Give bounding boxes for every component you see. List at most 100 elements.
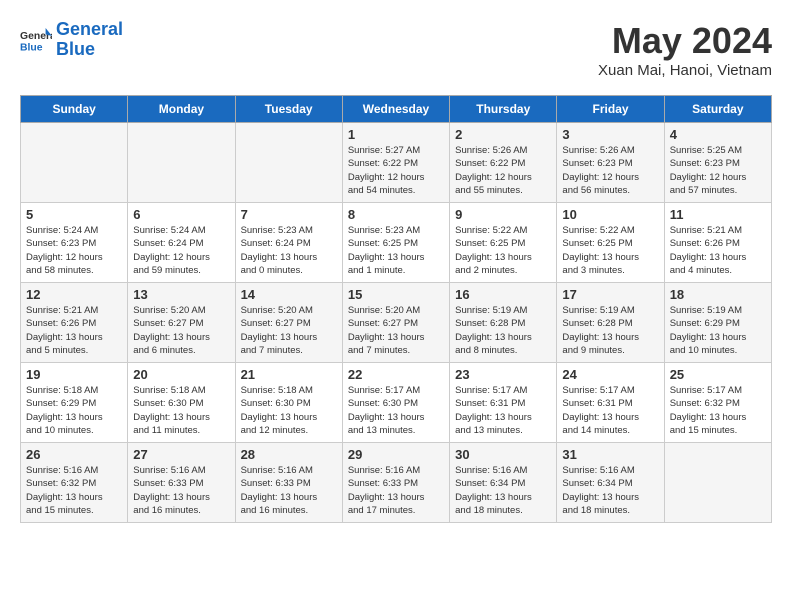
calendar-cell: 16 Sunrise: 5:19 AM Sunset: 6:28 PM Dayli… bbox=[450, 283, 557, 363]
day-info: Sunrise: 5:21 AM Sunset: 6:26 PM Dayligh… bbox=[26, 304, 122, 357]
day-number: 20 bbox=[133, 367, 229, 382]
logo-icon: General Blue bbox=[20, 26, 52, 54]
logo-text: GeneralBlue bbox=[56, 20, 123, 60]
day-number: 26 bbox=[26, 447, 122, 462]
day-number: 25 bbox=[670, 367, 766, 382]
day-header-friday: Friday bbox=[557, 96, 664, 123]
calendar-cell: 31 Sunrise: 5:16 AM Sunset: 6:34 PM Dayli… bbox=[557, 443, 664, 523]
day-header-thursday: Thursday bbox=[450, 96, 557, 123]
calendar-cell: 9 Sunrise: 5:22 AM Sunset: 6:25 PM Daylig… bbox=[450, 203, 557, 283]
day-number: 16 bbox=[455, 287, 551, 302]
day-info: Sunrise: 5:20 AM Sunset: 6:27 PM Dayligh… bbox=[133, 304, 229, 357]
day-info: Sunrise: 5:25 AM Sunset: 6:23 PM Dayligh… bbox=[670, 144, 766, 197]
location: Xuan Mai, Hanoi, Vietnam bbox=[598, 62, 772, 79]
day-info: Sunrise: 5:19 AM Sunset: 6:28 PM Dayligh… bbox=[455, 304, 551, 357]
calendar-cell bbox=[235, 123, 342, 203]
day-info: Sunrise: 5:16 AM Sunset: 6:34 PM Dayligh… bbox=[455, 464, 551, 517]
calendar-cell: 11 Sunrise: 5:21 AM Sunset: 6:26 PM Dayli… bbox=[664, 203, 771, 283]
day-header-saturday: Saturday bbox=[664, 96, 771, 123]
calendar-cell: 5 Sunrise: 5:24 AM Sunset: 6:23 PM Daylig… bbox=[21, 203, 128, 283]
day-number: 23 bbox=[455, 367, 551, 382]
day-info: Sunrise: 5:27 AM Sunset: 6:22 PM Dayligh… bbox=[348, 144, 444, 197]
calendar-cell: 25 Sunrise: 5:17 AM Sunset: 6:32 PM Dayli… bbox=[664, 363, 771, 443]
day-info: Sunrise: 5:23 AM Sunset: 6:24 PM Dayligh… bbox=[241, 224, 337, 277]
day-number: 7 bbox=[241, 207, 337, 222]
day-info: Sunrise: 5:17 AM Sunset: 6:31 PM Dayligh… bbox=[562, 384, 658, 437]
calendar-cell: 4 Sunrise: 5:25 AM Sunset: 6:23 PM Daylig… bbox=[664, 123, 771, 203]
day-number: 22 bbox=[348, 367, 444, 382]
calendar-cell: 22 Sunrise: 5:17 AM Sunset: 6:30 PM Dayli… bbox=[342, 363, 449, 443]
day-number: 19 bbox=[26, 367, 122, 382]
calendar-cell: 12 Sunrise: 5:21 AM Sunset: 6:26 PM Dayli… bbox=[21, 283, 128, 363]
calendar-cell: 6 Sunrise: 5:24 AM Sunset: 6:24 PM Daylig… bbox=[128, 203, 235, 283]
day-number: 31 bbox=[562, 447, 658, 462]
day-info: Sunrise: 5:16 AM Sunset: 6:33 PM Dayligh… bbox=[241, 464, 337, 517]
day-number: 30 bbox=[455, 447, 551, 462]
day-info: Sunrise: 5:16 AM Sunset: 6:32 PM Dayligh… bbox=[26, 464, 122, 517]
calendar-cell: 13 Sunrise: 5:20 AM Sunset: 6:27 PM Dayli… bbox=[128, 283, 235, 363]
day-number: 9 bbox=[455, 207, 551, 222]
day-number: 17 bbox=[562, 287, 658, 302]
calendar-cell: 1 Sunrise: 5:27 AM Sunset: 6:22 PM Daylig… bbox=[342, 123, 449, 203]
day-number: 12 bbox=[26, 287, 122, 302]
day-header-wednesday: Wednesday bbox=[342, 96, 449, 123]
calendar-cell: 19Sunrise: 5:18 AM Sunset: 6:29 PM Dayli… bbox=[21, 363, 128, 443]
day-info: Sunrise: 5:17 AM Sunset: 6:32 PM Dayligh… bbox=[670, 384, 766, 437]
day-info: Sunrise: 5:23 AM Sunset: 6:25 PM Dayligh… bbox=[348, 224, 444, 277]
day-info: Sunrise: 5:19 AM Sunset: 6:29 PM Dayligh… bbox=[670, 304, 766, 357]
day-number: 10 bbox=[562, 207, 658, 222]
day-info: Sunrise: 5:21 AM Sunset: 6:26 PM Dayligh… bbox=[670, 224, 766, 277]
day-number: 13 bbox=[133, 287, 229, 302]
calendar-table: SundayMondayTuesdayWednesdayThursdayFrid… bbox=[20, 95, 772, 523]
day-info: Sunrise: 5:26 AM Sunset: 6:23 PM Dayligh… bbox=[562, 144, 658, 197]
day-number: 11 bbox=[670, 207, 766, 222]
day-info: Sunrise: 5:20 AM Sunset: 6:27 PM Dayligh… bbox=[241, 304, 337, 357]
calendar-cell: 28 Sunrise: 5:16 AM Sunset: 6:33 PM Dayli… bbox=[235, 443, 342, 523]
calendar-cell: 7 Sunrise: 5:23 AM Sunset: 6:24 PM Daylig… bbox=[235, 203, 342, 283]
day-info: Sunrise: 5:24 AM Sunset: 6:24 PM Dayligh… bbox=[133, 224, 229, 277]
calendar-cell: 2Sunrise: 5:26 AM Sunset: 6:22 PM Daylig… bbox=[450, 123, 557, 203]
calendar-cell: 8 Sunrise: 5:23 AM Sunset: 6:25 PM Daylig… bbox=[342, 203, 449, 283]
calendar-cell: 30 Sunrise: 5:16 AM Sunset: 6:34 PM Dayli… bbox=[450, 443, 557, 523]
calendar-cell: 27 Sunrise: 5:16 AM Sunset: 6:33 PM Dayli… bbox=[128, 443, 235, 523]
day-info: Sunrise: 5:16 AM Sunset: 6:33 PM Dayligh… bbox=[348, 464, 444, 517]
day-number: 6 bbox=[133, 207, 229, 222]
day-info: Sunrise: 5:22 AM Sunset: 6:25 PM Dayligh… bbox=[455, 224, 551, 277]
day-info: Sunrise: 5:26 AM Sunset: 6:22 PM Dayligh… bbox=[455, 144, 551, 197]
svg-text:Blue: Blue bbox=[20, 42, 43, 53]
calendar-cell: 20Sunrise: 5:18 AM Sunset: 6:30 PM Dayli… bbox=[128, 363, 235, 443]
day-info: Sunrise: 5:16 AM Sunset: 6:33 PM Dayligh… bbox=[133, 464, 229, 517]
day-info: Sunrise: 5:16 AM Sunset: 6:34 PM Dayligh… bbox=[562, 464, 658, 517]
day-info: Sunrise: 5:18 AM Sunset: 6:30 PM Dayligh… bbox=[241, 384, 337, 437]
day-info: Sunrise: 5:19 AM Sunset: 6:28 PM Dayligh… bbox=[562, 304, 658, 357]
day-number: 1 bbox=[348, 127, 444, 142]
day-number: 3 bbox=[562, 127, 658, 142]
calendar-cell: 21 Sunrise: 5:18 AM Sunset: 6:30 PM Dayli… bbox=[235, 363, 342, 443]
calendar-cell: 3 Sunrise: 5:26 AM Sunset: 6:23 PM Daylig… bbox=[557, 123, 664, 203]
day-number: 21 bbox=[241, 367, 337, 382]
day-number: 18 bbox=[670, 287, 766, 302]
title-block: May 2024 Xuan Mai, Hanoi, Vietnam bbox=[598, 20, 772, 79]
day-info: Sunrise: 5:24 AM Sunset: 6:23 PM Dayligh… bbox=[26, 224, 122, 277]
calendar-cell: 15Sunrise: 5:20 AM Sunset: 6:27 PM Dayli… bbox=[342, 283, 449, 363]
day-number: 27 bbox=[133, 447, 229, 462]
calendar-cell: 10Sunrise: 5:22 AM Sunset: 6:25 PM Dayli… bbox=[557, 203, 664, 283]
day-number: 4 bbox=[670, 127, 766, 142]
day-number: 28 bbox=[241, 447, 337, 462]
day-header-tuesday: Tuesday bbox=[235, 96, 342, 123]
calendar-cell: 23 Sunrise: 5:17 AM Sunset: 6:31 PM Dayli… bbox=[450, 363, 557, 443]
day-header-sunday: Sunday bbox=[21, 96, 128, 123]
day-number: 24 bbox=[562, 367, 658, 382]
calendar-cell: 17 Sunrise: 5:19 AM Sunset: 6:28 PM Dayli… bbox=[557, 283, 664, 363]
calendar-cell bbox=[664, 443, 771, 523]
day-number: 15 bbox=[348, 287, 444, 302]
day-info: Sunrise: 5:17 AM Sunset: 6:31 PM Dayligh… bbox=[455, 384, 551, 437]
logo: General Blue GeneralBlue bbox=[20, 20, 123, 60]
calendar-cell bbox=[21, 123, 128, 203]
day-number: 5 bbox=[26, 207, 122, 222]
day-number: 8 bbox=[348, 207, 444, 222]
calendar-cell: 14 Sunrise: 5:20 AM Sunset: 6:27 PM Dayli… bbox=[235, 283, 342, 363]
day-info: Sunrise: 5:17 AM Sunset: 6:30 PM Dayligh… bbox=[348, 384, 444, 437]
page-header: General Blue GeneralBlue May 2024 Xuan M… bbox=[20, 20, 772, 79]
day-number: 14 bbox=[241, 287, 337, 302]
